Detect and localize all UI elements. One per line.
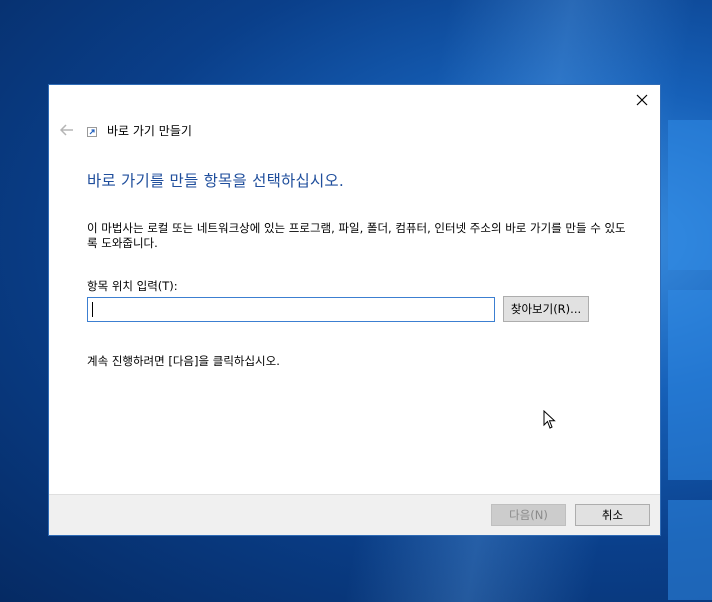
back-button[interactable] bbox=[59, 122, 75, 138]
wizard-header: 바로 가기 만들기 bbox=[59, 121, 192, 139]
window-pane-decoration bbox=[668, 500, 712, 600]
main-instruction: 바로 가기를 만들 항목을 선택하십시오. bbox=[87, 172, 344, 190]
window-pane-decoration bbox=[668, 290, 712, 480]
close-button[interactable] bbox=[630, 89, 654, 111]
dialog-footer: 다음(N) 취소 bbox=[49, 494, 660, 535]
continue-instruction: 계속 진행하려면 [다음]을 클릭하십시오. bbox=[87, 354, 280, 368]
browse-button[interactable]: 찾아보기(R)... bbox=[503, 296, 589, 322]
window-pane-decoration bbox=[668, 120, 712, 270]
shortcut-icon bbox=[87, 127, 97, 137]
cancel-button[interactable]: 취소 bbox=[575, 504, 650, 526]
back-arrow-icon bbox=[60, 124, 73, 136]
wizard-title: 바로 가기 만들기 bbox=[107, 123, 192, 138]
location-input[interactable] bbox=[87, 297, 495, 322]
close-icon bbox=[636, 94, 648, 106]
text-caret bbox=[92, 302, 93, 317]
create-shortcut-dialog: 바로 가기 만들기 바로 가기를 만들 항목을 선택하십시오. 이 마법사는 로… bbox=[48, 84, 661, 536]
mouse-pointer-icon bbox=[543, 410, 556, 429]
next-button[interactable]: 다음(N) bbox=[491, 504, 566, 526]
location-field-label: 항목 위치 입력(T): bbox=[87, 279, 178, 293]
wizard-description: 이 마법사는 로컬 또는 네트워크상에 있는 프로그램, 파일, 폴더, 컴퓨터… bbox=[87, 221, 626, 250]
